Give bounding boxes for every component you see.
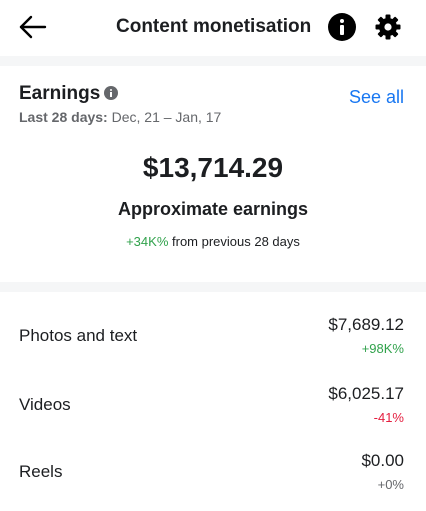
- date-range-value: Dec, 21 – Jan, 17: [107, 109, 222, 125]
- earnings-card: Earnings See all Last 28 days: Dec, 21 –…: [0, 66, 426, 282]
- breakdown-value: $6,025.17: [328, 384, 404, 403]
- breakdown-change: +98K%: [361, 341, 404, 356]
- arrow-left-icon: [19, 15, 47, 39]
- settings-button[interactable]: [374, 13, 402, 41]
- earnings-amount: $13,714.29: [142, 152, 284, 183]
- gear-icon: [375, 14, 401, 40]
- earnings-comparison: +34K% from previous 28 days: [0, 234, 426, 249]
- back-button[interactable]: [18, 13, 48, 41]
- earnings-title: Earnings: [19, 83, 101, 104]
- breakdown-value: $7,689.12: [328, 315, 404, 334]
- breakdown-change: +0%: [377, 477, 404, 492]
- date-range: Last 28 days: Dec, 21 – Jan, 17: [19, 109, 221, 125]
- info-button[interactable]: [328, 13, 356, 41]
- breakdown-change: -41%: [373, 410, 404, 425]
- date-range-label: Last 28 days:: [19, 109, 108, 125]
- earnings-amount-label: Approximate earnings: [117, 199, 309, 219]
- section-divider: [0, 56, 426, 66]
- earnings-change: +34K%: [126, 234, 169, 249]
- page-title: Content monetisation: [116, 16, 312, 37]
- section-divider: [0, 282, 426, 292]
- breakdown-row-videos[interactable]: Videos $6,025.17 -41%: [0, 381, 426, 441]
- breakdown-row-photos[interactable]: Photos and text $7,689.12 +98K%: [0, 312, 426, 372]
- breakdown-row-reels[interactable]: Reels $0.00 +0%: [0, 449, 426, 509]
- breakdown-label: Photos and text: [19, 326, 138, 345]
- info-icon[interactable]: [104, 86, 118, 100]
- breakdown-value: $0.00: [361, 451, 404, 470]
- breakdown-label: Reels: [19, 462, 63, 481]
- breakdown-label: Videos: [19, 395, 71, 414]
- see-all-link[interactable]: See all: [349, 87, 404, 108]
- app-header: Content monetisation: [0, 0, 426, 56]
- earnings-change-suffix: from previous 28 days: [168, 234, 300, 249]
